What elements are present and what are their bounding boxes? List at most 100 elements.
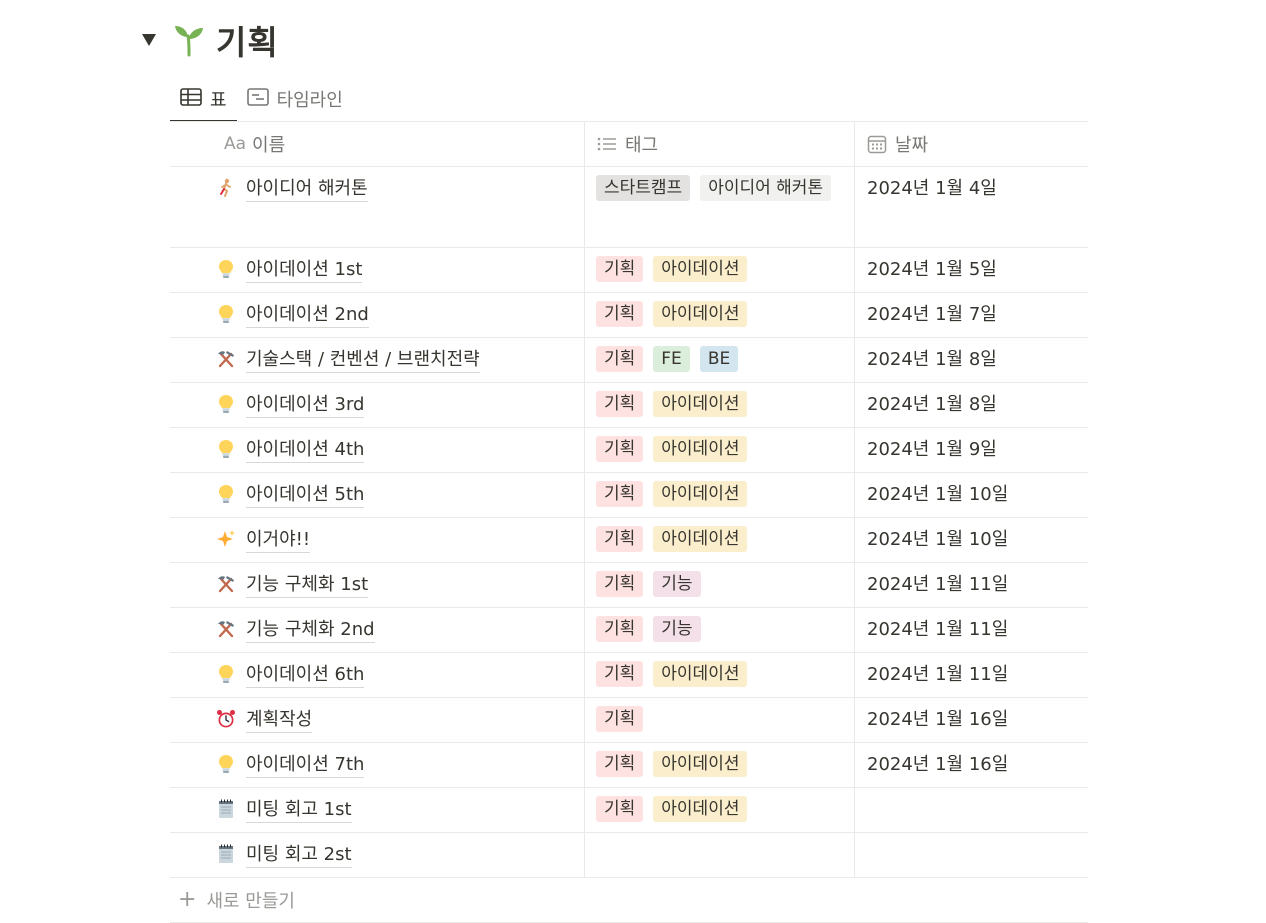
cell-date[interactable]: 2024년 1월 4일 (855, 167, 1088, 247)
cell-tags[interactable]: 기획 아이데이션 (585, 518, 855, 562)
cell-date[interactable] (855, 833, 1088, 877)
tag-chip: 기획 (596, 526, 644, 552)
table-row[interactable]: 기술스택 / 컨벤션 / 브랜치전략 기획 FE BE 2024년 1월 8일 (170, 337, 1088, 382)
cell-tags[interactable]: 기획 기능 (585, 563, 855, 607)
row-title-link[interactable]: 아이디어 해커톤 (246, 177, 368, 202)
tag-chip: 아이디어 해커톤 (700, 175, 832, 201)
tag-chip: 아이데이션 (653, 661, 748, 687)
cell-name[interactable]: 계획작성 (170, 698, 585, 742)
cell-tags[interactable]: 기획 아이데이션 (585, 653, 855, 697)
cell-tags[interactable]: 기획 아이데이션 (585, 788, 855, 832)
tag-chip: 기획 (596, 571, 644, 597)
table-row[interactable]: 아이데이션 5th 기획 아이데이션 2024년 1월 10일 (170, 472, 1088, 517)
cell-tags[interactable]: 기획 아이데이션 (585, 248, 855, 292)
table-row[interactable]: 계획작성 기획 2024년 1월 16일 (170, 697, 1088, 742)
cell-name[interactable]: 아이데이션 7th (170, 743, 585, 787)
cell-tags[interactable] (585, 833, 855, 877)
cell-name[interactable]: 아이데이션 2nd (170, 293, 585, 337)
row-title-link[interactable]: 미팅 회고 2st (246, 843, 352, 868)
cell-tags[interactable]: 기획 FE BE (585, 338, 855, 382)
column-header-date[interactable]: 날짜 (855, 122, 1088, 166)
row-title-link[interactable]: 이거야!! (246, 528, 311, 553)
cell-name[interactable]: 기술스택 / 컨벤션 / 브랜치전략 (170, 338, 585, 382)
cell-date[interactable]: 2024년 1월 8일 (855, 338, 1088, 382)
row-title-link[interactable]: 기능 구체화 1st (246, 573, 369, 598)
collapse-toggle-icon[interactable] (140, 31, 158, 49)
table-row[interactable]: 기능 구체화 1st 기획 기능 2024년 1월 11일 (170, 562, 1088, 607)
row-title-link[interactable]: 아이데이션 4th (246, 438, 365, 463)
tag-chip: 기획 (596, 481, 644, 507)
table-row[interactable]: 아이데이션 1st 기획 아이데이션 2024년 1월 5일 (170, 247, 1088, 292)
date-value: 2024년 1월 16일 (867, 709, 1009, 730)
date-value: 2024년 1월 5일 (867, 259, 997, 280)
cell-name[interactable]: 기능 구체화 2nd (170, 608, 585, 652)
row-title-link[interactable]: 아이데이션 5th (246, 483, 365, 508)
cell-tags[interactable]: 기획 기능 (585, 608, 855, 652)
cell-date[interactable]: 2024년 1월 7일 (855, 293, 1088, 337)
cell-date[interactable] (855, 788, 1088, 832)
row-title-link[interactable]: 기능 구체화 2nd (246, 618, 375, 643)
cell-name[interactable]: 아이데이션 3rd (170, 383, 585, 427)
view-tabs: 표 타임라인 (170, 78, 353, 122)
cell-name[interactable]: 기능 구체화 1st (170, 563, 585, 607)
table-row[interactable]: 미팅 회고 2st (170, 832, 1088, 877)
cell-date[interactable]: 2024년 1월 8일 (855, 383, 1088, 427)
row-title-link[interactable]: 아이데이션 6th (246, 663, 365, 688)
cell-tags[interactable]: 기획 아이데이션 (585, 473, 855, 517)
tab-table[interactable]: 표 (170, 78, 237, 122)
cell-date[interactable]: 2024년 1월 11일 (855, 608, 1088, 652)
cell-date[interactable]: 2024년 1월 9일 (855, 428, 1088, 472)
cell-name[interactable]: 아이데이션 1st (170, 248, 585, 292)
list-icon (597, 136, 617, 152)
row-title-link[interactable]: 계획작성 (246, 708, 313, 733)
row-title-link[interactable]: 미팅 회고 1st (246, 798, 352, 823)
cell-date[interactable]: 2024년 1월 10일 (855, 518, 1088, 562)
table-row[interactable]: 아이데이션 6th 기획 아이데이션 2024년 1월 11일 (170, 652, 1088, 697)
cell-date[interactable]: 2024년 1월 11일 (855, 653, 1088, 697)
table-row[interactable]: 미팅 회고 1st 기획 아이데이션 (170, 787, 1088, 832)
cell-tags[interactable]: 스타트캠프 아이디어 해커톤 (585, 167, 855, 247)
cell-name[interactable]: 미팅 회고 1st (170, 788, 585, 832)
table-row[interactable]: 아이데이션 4th 기획 아이데이션 2024년 1월 9일 (170, 427, 1088, 472)
column-header-tags[interactable]: 태그 (585, 122, 855, 166)
row-title-link[interactable]: 아이데이션 1st (246, 258, 363, 283)
cell-date[interactable]: 2024년 1월 5일 (855, 248, 1088, 292)
table-body: 아이디어 해커톤 스타트캠프 아이디어 해커톤 2024년 1월 4일 아이데이션 1s… (170, 166, 1088, 877)
cell-name[interactable]: 이거야!! (170, 518, 585, 562)
tab-timeline[interactable]: 타임라인 (237, 78, 353, 120)
cell-name[interactable]: 아이디어 해커톤 (170, 167, 585, 247)
cell-tags[interactable]: 기획 (585, 698, 855, 742)
row-title-link[interactable]: 기술스택 / 컨벤션 / 브랜치전략 (246, 348, 480, 373)
table-row[interactable]: 아이데이션 3rd 기획 아이데이션 2024년 1월 8일 (170, 382, 1088, 427)
new-row-button[interactable]: + 새로 만들기 (170, 877, 1088, 923)
tag-chip: 아이데이션 (653, 526, 748, 552)
row-title-link[interactable]: 아이데이션 7th (246, 753, 365, 778)
cell-tags[interactable]: 기획 아이데이션 (585, 293, 855, 337)
cell-name[interactable]: 아이데이션 4th (170, 428, 585, 472)
cell-date[interactable]: 2024년 1월 10일 (855, 473, 1088, 517)
date-value: 2024년 1월 11일 (867, 664, 1009, 685)
cell-date[interactable]: 2024년 1월 11일 (855, 563, 1088, 607)
row-title-link[interactable]: 아이데이션 2nd (246, 303, 369, 328)
table-row[interactable]: 아이데이션 7th 기획 아이데이션 2024년 1월 16일 (170, 742, 1088, 787)
cell-name[interactable]: 미팅 회고 2st (170, 833, 585, 877)
row-title-link[interactable]: 아이데이션 3rd (246, 393, 365, 418)
column-label: 태그 (625, 135, 659, 156)
cell-tags[interactable]: 기획 아이데이션 (585, 428, 855, 472)
table-row[interactable]: 아이디어 해커톤 스타트캠프 아이디어 해커톤 2024년 1월 4일 (170, 166, 1088, 247)
table-row[interactable]: 이거야!! 기획 아이데이션 2024년 1월 10일 (170, 517, 1088, 562)
date-value: 2024년 1월 4일 (867, 178, 997, 199)
cell-name[interactable]: 아이데이션 5th (170, 473, 585, 517)
cell-tags[interactable]: 기획 아이데이션 (585, 743, 855, 787)
cell-date[interactable]: 2024년 1월 16일 (855, 743, 1088, 787)
cell-date[interactable]: 2024년 1월 16일 (855, 698, 1088, 742)
cell-name[interactable]: 아이데이션 6th (170, 653, 585, 697)
tag-chip: 아이데이션 (653, 796, 748, 822)
table-row[interactable]: 기능 구체화 2nd 기획 기능 2024년 1월 11일 (170, 607, 1088, 652)
tag-chip: 아이데이션 (653, 481, 748, 507)
cell-tags[interactable]: 기획 아이데이션 (585, 383, 855, 427)
column-header-name[interactable]: Aa 이름 (170, 122, 585, 166)
column-label: 날짜 (895, 135, 929, 156)
table-row[interactable]: 아이데이션 2nd 기획 아이데이션 2024년 1월 7일 (170, 292, 1088, 337)
calendar-icon (867, 134, 887, 154)
